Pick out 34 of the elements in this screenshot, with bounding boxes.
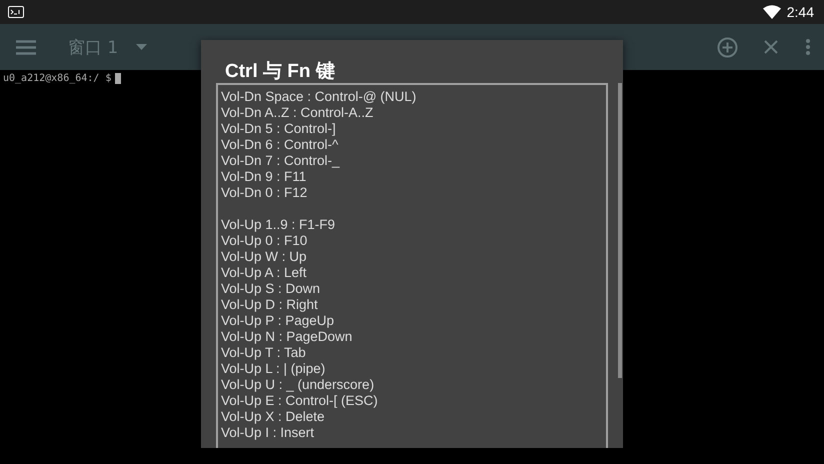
key-binding-line: Vol-Up E : Control-[ (ESC): [221, 393, 379, 409]
key-binding-line: Vol-Dn A..Z : Control-A..Z: [221, 105, 374, 121]
dropdown-button[interactable]: [136, 44, 148, 50]
dialog-title: Ctrl 与 Fn 键: [224, 60, 336, 83]
key-binding-line: Vol-Up A : Left: [221, 265, 308, 281]
key-binding-line: Vol-Dn 6 : Control-^: [221, 137, 340, 153]
more-button[interactable]: [806, 39, 810, 55]
text-cursor: [115, 73, 122, 84]
key-binding-line: Vol-Dn Space : Control-@ (NUL): [221, 89, 418, 105]
key-binding-line: Vol-Up N : PageDown: [221, 329, 354, 345]
key-binding-line: Vol-Up P : PageUp: [221, 313, 336, 329]
key-binding-line: Vol-Up T : Tab: [221, 345, 307, 361]
key-binding-line: Vol-Dn 0 : F12: [221, 185, 308, 201]
key-binding-line: Vol-Dn 7 : Control-_: [221, 153, 341, 169]
key-binding-line: Vol-Dn 9 : F11: [221, 169, 308, 185]
key-binding-line: Vol-Up D : Right: [221, 297, 319, 313]
key-binding-line: Vol-Up X : Delete: [221, 409, 326, 425]
terminal-prompt: u0_a212@x86_64:/ $: [3, 72, 112, 85]
add-button[interactable]: [717, 36, 738, 58]
clock-time: 2:44: [786, 4, 814, 20]
key-binding-line: Vol-Dn 5 : Control-]: [221, 121, 337, 137]
key-binding-line: Vol-Up W : Up: [221, 249, 308, 265]
menu-button[interactable]: [16, 40, 36, 54]
key-binding-line: Vol-Up L : | (pipe): [221, 361, 326, 377]
key-binding-line: Vol-Up I : Insert: [221, 425, 316, 441]
key-binding-line: Vol-Up 0 : F10: [221, 233, 308, 249]
window-title: 窗口 1: [68, 36, 118, 58]
close-button[interactable]: [764, 40, 778, 54]
scrollbar[interactable]: [618, 83, 622, 378]
terminal-icon: [8, 6, 24, 18]
wifi-icon: [762, 5, 781, 19]
key-binding-line: Vol-Up S : Down: [221, 281, 322, 297]
key-binding-line: Vol-Up 1..9 : F1-F9: [221, 217, 336, 233]
key-binding-line: Vol-Up U : _ (underscore): [221, 377, 376, 393]
